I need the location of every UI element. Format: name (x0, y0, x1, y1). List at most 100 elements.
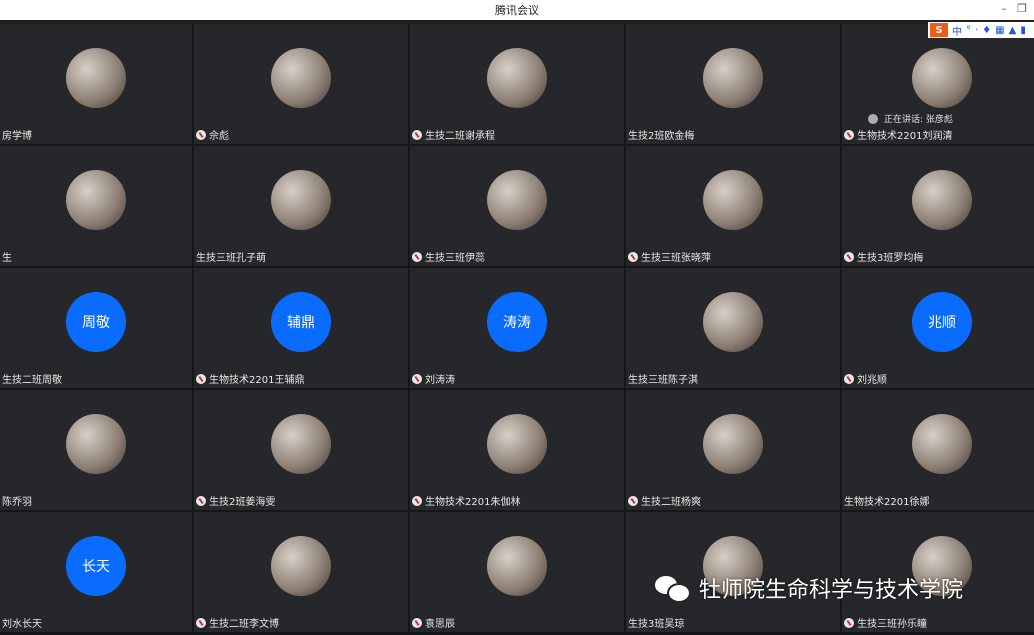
ime-lang[interactable]: 中 (952, 23, 962, 38)
avatar (487, 48, 547, 108)
participant-name: 刘兆顺 (857, 375, 887, 386)
participant-tile[interactable]: 生技二班杨爽 (626, 390, 840, 510)
participant-label: 生物技术2201王辅鼎 (196, 371, 304, 386)
skin-icon[interactable]: ▲ (1009, 25, 1017, 36)
mic-muted-icon (412, 617, 422, 628)
participant-label: 生技二班李文博 (196, 615, 279, 630)
participant-label: 生技二班谢承程 (412, 127, 495, 142)
participant-tile[interactable]: 生 (0, 146, 192, 266)
avatar-text: 长天 (66, 536, 126, 596)
participant-name: 房学博 (2, 131, 32, 142)
participant-label: 生技二班周敬 (2, 371, 62, 386)
speaker-icon (868, 113, 878, 124)
participant-tile[interactable]: 生技3班罗均梅 (842, 146, 1034, 266)
mic-muted-icon (844, 251, 854, 262)
participant-tile[interactable]: 兆顺 刘兆顺 (842, 268, 1034, 388)
avatar-text: 涛涛 (487, 292, 547, 352)
minimize-icon[interactable]: – (998, 2, 1010, 15)
participant-name: 生技三班孙乐瞳 (857, 619, 927, 630)
participant-tile[interactable]: 生技2班姜海雯 (194, 390, 408, 510)
speaking-indicator: 正在讲话: 张彦彪 (868, 112, 953, 125)
participant-label: 生物技术2201徐娜 (844, 493, 929, 508)
participant-tile[interactable]: 周敬 生技二班周敬 (0, 268, 192, 388)
participant-label: 生物技术2201朱伽林 (412, 493, 520, 508)
participant-name: 生物技术2201朱伽林 (425, 497, 521, 508)
keyboard-icon[interactable]: ▦ (995, 25, 1004, 36)
participant-label: 刘兆顺 (844, 371, 887, 386)
participant-name: 生技3班罗均梅 (857, 253, 924, 264)
avatar (912, 170, 972, 230)
participant-name: 袁思辰 (425, 619, 455, 630)
participant-name: 生 (2, 253, 12, 264)
ime-toolbar[interactable]: S 中 ° · ♦ ▦ ▲ ▮ (928, 22, 1034, 38)
participant-tile[interactable]: 袁思辰 (410, 512, 624, 632)
participant-name: 佘彪 (209, 131, 229, 142)
participant-name: 生物技术2201刘润清 (857, 131, 953, 142)
participant-name: 生技三班伊蕊 (425, 253, 485, 264)
ime-mode-icon[interactable]: · (975, 25, 978, 36)
watermark-text: 牡师院生命科学与技术学院 (699, 578, 964, 603)
participant-name: 生技二班李文博 (209, 619, 279, 630)
avatar (271, 414, 331, 474)
participant-name: 刘水长天 (2, 619, 42, 630)
mic-icon[interactable]: ♦ (982, 25, 991, 36)
participant-label: 陈乔羽 (2, 493, 32, 508)
participant-tile[interactable]: 生物技术2201徐娜 (842, 390, 1034, 510)
avatar (271, 536, 331, 596)
participant-tile[interactable]: 生技二班李文博 (194, 512, 408, 632)
participant-label: 袁思辰 (412, 615, 455, 630)
participant-tile[interactable]: 生技三班孔子萌 (194, 146, 408, 266)
ime-logo: S (930, 23, 948, 37)
participant-label: 生技三班张晓萍 (628, 249, 711, 264)
participant-tile[interactable]: 辅鼎 生物技术2201王辅鼎 (194, 268, 408, 388)
participant-label: 生技三班陈子淇 (628, 371, 698, 386)
avatar (271, 170, 331, 230)
mic-muted-icon (412, 129, 422, 140)
participant-name: 生技二班杨爽 (641, 497, 701, 508)
participant-label: 生技3班吴琼 (628, 615, 684, 630)
participant-label: 生 (2, 249, 12, 264)
mic-muted-icon (412, 495, 422, 506)
participant-name: 生技二班周敬 (2, 375, 62, 386)
participant-tile[interactable]: 生物技术2201刘润清 (842, 24, 1034, 144)
window-title: 腾讯会议 (495, 4, 539, 17)
participant-name: 生技2班欧金梅 (628, 131, 695, 142)
participant-tile[interactable]: 陈乔羽 (0, 390, 192, 510)
avatar (703, 292, 763, 352)
avatar (912, 48, 972, 108)
participant-name: 生技3班吴琼 (628, 619, 685, 630)
participant-tile[interactable]: 生技三班陈子淇 (626, 268, 840, 388)
avatar (487, 170, 547, 230)
participant-label: 生技二班杨爽 (628, 493, 701, 508)
participant-label: 生技三班伊蕊 (412, 249, 485, 264)
mic-muted-icon (628, 495, 638, 506)
participant-name: 陈乔羽 (2, 497, 32, 508)
participant-name: 生物技术2201王辅鼎 (209, 375, 305, 386)
participant-name: 生技三班陈子淇 (628, 375, 698, 386)
participant-tile[interactable]: 生技2班欧金梅 (626, 24, 840, 144)
mic-muted-icon (412, 251, 422, 262)
ime-punct-icon[interactable]: ° (966, 25, 971, 36)
mic-muted-icon (196, 129, 206, 140)
window-controls: – ❐ (998, 2, 1028, 15)
participant-tile[interactable]: 佘彪 (194, 24, 408, 144)
participant-label: 房学博 (2, 127, 32, 142)
participant-label: 佘彪 (196, 127, 229, 142)
avatar (703, 48, 763, 108)
menu-icon[interactable]: ▮ (1020, 25, 1026, 36)
participant-label: 生技3班罗均梅 (844, 249, 923, 264)
participant-tile[interactable]: 生物技术2201朱伽林 (410, 390, 624, 510)
participant-tile[interactable]: 房学博 (0, 24, 192, 144)
participant-tile[interactable]: 长天刘水长天 (0, 512, 192, 632)
wechat-icon (655, 576, 691, 603)
restore-icon[interactable]: ❐ (1016, 2, 1028, 15)
participant-tile[interactable]: 涛涛刘涛涛 (410, 268, 624, 388)
participant-tile[interactable]: 生技二班谢承程 (410, 24, 624, 144)
mic-muted-icon (628, 251, 638, 262)
participant-tile[interactable]: 生技三班伊蕊 (410, 146, 624, 266)
avatar (703, 414, 763, 474)
participant-label: 生技三班孙乐瞳 (844, 615, 927, 630)
participant-label: 刘涛涛 (412, 371, 455, 386)
avatar (487, 536, 547, 596)
participant-tile[interactable]: 生技三班张晓萍 (626, 146, 840, 266)
